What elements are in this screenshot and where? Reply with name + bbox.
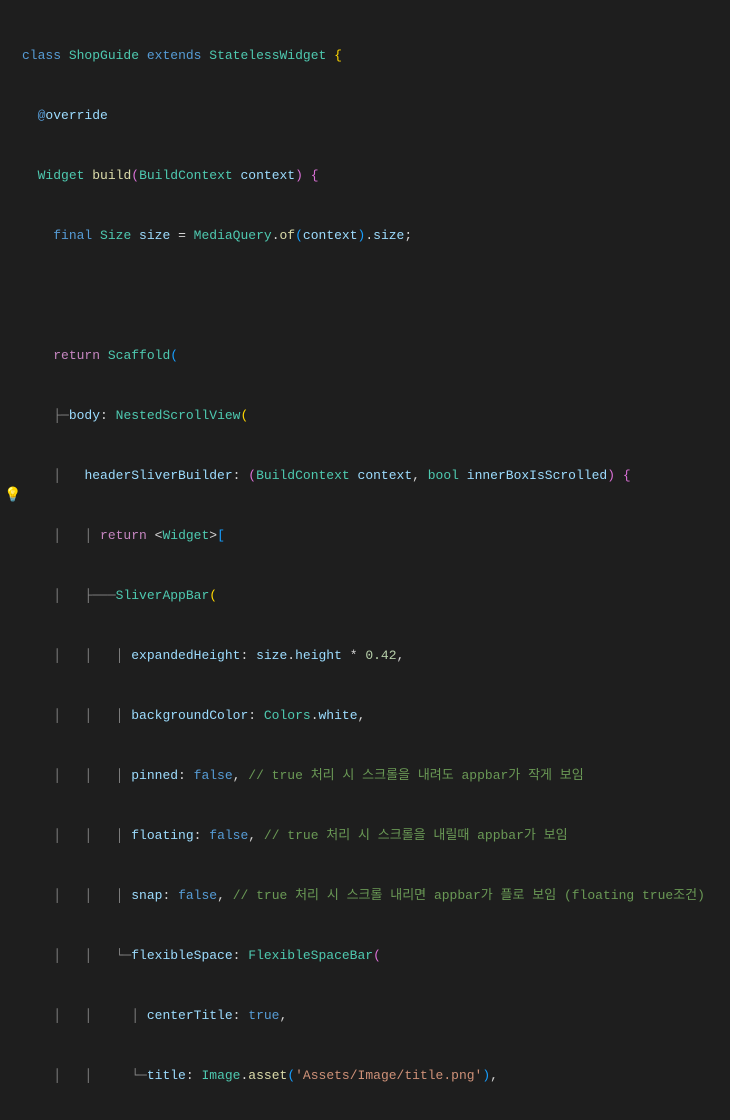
code-line: ├─body: NestedScrollView( bbox=[22, 406, 730, 426]
code-line: return Scaffold( bbox=[22, 346, 730, 366]
code-line: Widget build(BuildContext context) { bbox=[22, 166, 730, 186]
code-line: class ShopGuide extends StatelessWidget … bbox=[22, 46, 730, 66]
code-line: │ ├───SliverAppBar( bbox=[22, 586, 730, 606]
code-line: │ │ │ backgroundColor: Colors.white, bbox=[22, 706, 730, 726]
code-line: │ │ └─flexibleSpace: FlexibleSpaceBar( bbox=[22, 946, 730, 966]
code-line: │ │ return <Widget>[ bbox=[22, 526, 730, 546]
code-line: │ headerSliverBuilder: (BuildContext con… bbox=[22, 466, 730, 486]
code-editor[interactable]: class ShopGuide extends StatelessWidget … bbox=[0, 0, 730, 1120]
code-line: │ │ │ pinned: false, // true 처리 시 스크롤을 내… bbox=[22, 766, 730, 786]
code-line bbox=[22, 286, 730, 306]
code-line: │ │ │ snap: false, // true 처리 시 스크롤 내리면 … bbox=[22, 886, 730, 906]
code-line: @override bbox=[22, 106, 730, 126]
code-line: final Size size = MediaQuery.of(context)… bbox=[22, 226, 730, 246]
code-line: │ │ │ expandedHeight: size.height * 0.42… bbox=[22, 646, 730, 666]
code-line: │ │ └─title: Image.asset('Assets/Image/t… bbox=[22, 1066, 730, 1086]
code-line: │ │ │ centerTitle: true, bbox=[22, 1006, 730, 1026]
code-line: │ │ │ floating: false, // true 처리 시 스크롤을… bbox=[22, 826, 730, 846]
